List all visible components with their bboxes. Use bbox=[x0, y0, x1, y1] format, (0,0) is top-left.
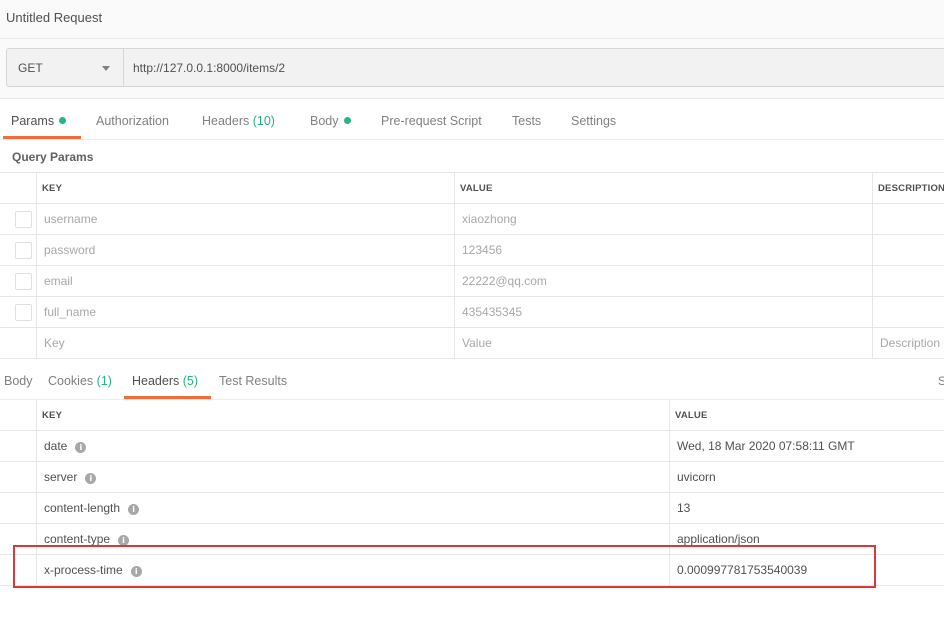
header-key: content-type i bbox=[44, 532, 130, 546]
tab-cookies[interactable]: Cookies (1) bbox=[48, 374, 112, 388]
tab-label: Pre-request Script bbox=[381, 114, 482, 128]
title-bar: Untitled Request bbox=[0, 0, 944, 39]
column-header-value: VALUE bbox=[460, 183, 493, 194]
url-bar: GET bbox=[0, 39, 944, 99]
tab-label: Headers bbox=[202, 114, 250, 128]
info-icon[interactable]: i bbox=[128, 504, 140, 515]
header-key-text: content-length bbox=[44, 501, 121, 515]
tab-label: Tests bbox=[512, 114, 542, 128]
tab-count: (10) bbox=[252, 114, 275, 128]
param-value[interactable]: 22222@qq.com bbox=[462, 274, 547, 288]
column-divider bbox=[36, 173, 37, 359]
tab-pre-request-script[interactable]: Pre-request Script bbox=[381, 114, 482, 128]
tab-label: Headers bbox=[132, 374, 180, 388]
request-tabs: Params Authorization Headers (10) Body P… bbox=[0, 105, 944, 140]
param-key[interactable]: full_name bbox=[44, 305, 96, 319]
row-checkbox[interactable] bbox=[15, 273, 32, 290]
header-key-text: server bbox=[44, 470, 78, 484]
info-icon[interactable]: i bbox=[75, 442, 87, 453]
tab-test-results[interactable]: Test Results bbox=[219, 374, 287, 388]
tab-headers[interactable]: Headers (10) bbox=[202, 114, 275, 128]
header-value: uvicorn bbox=[677, 470, 716, 484]
response-status-text: S bbox=[938, 374, 944, 388]
chevron-down-icon bbox=[102, 66, 110, 71]
header-key-text: content-type bbox=[44, 532, 111, 546]
status-dot-icon bbox=[343, 117, 351, 124]
method-select[interactable]: GET bbox=[6, 48, 123, 87]
header-value: Wed, 18 Mar 2020 07:58:11 GMT bbox=[677, 439, 855, 453]
table-row: content-length i 13 bbox=[0, 493, 944, 524]
tab-params[interactable]: Params bbox=[11, 114, 67, 128]
table-row: date i Wed, 18 Mar 2020 07:58:11 GMT bbox=[0, 431, 944, 462]
param-value[interactable]: 123456 bbox=[462, 243, 502, 257]
param-key[interactable]: password bbox=[44, 243, 95, 257]
column-divider bbox=[872, 173, 873, 359]
column-header-value: VALUE bbox=[675, 410, 708, 421]
param-value[interactable]: 435435345 bbox=[462, 305, 522, 319]
row-checkbox[interactable] bbox=[15, 242, 32, 259]
request-title[interactable]: Untitled Request bbox=[6, 10, 102, 25]
tab-label: Cookies bbox=[48, 374, 94, 388]
tab-body[interactable]: Body bbox=[310, 114, 351, 128]
tab-authorization[interactable]: Authorization bbox=[96, 114, 169, 128]
tab-label: Authorization bbox=[96, 114, 169, 128]
tab-response-body[interactable]: Body bbox=[4, 374, 33, 388]
header-key: date i bbox=[44, 439, 87, 453]
new-value-input[interactable]: Value bbox=[462, 336, 492, 350]
tab-label: Test Results bbox=[219, 374, 288, 388]
tab-count: (1) bbox=[96, 374, 112, 388]
column-header-key: KEY bbox=[42, 183, 63, 194]
tab-settings[interactable]: Settings bbox=[571, 114, 616, 128]
table-row: email 22222@qq.com bbox=[0, 266, 944, 297]
tab-count: (5) bbox=[182, 374, 199, 388]
highlight-annotation bbox=[13, 545, 876, 588]
table-header-row: KEY VALUE bbox=[0, 400, 944, 431]
tab-tests[interactable]: Tests bbox=[512, 114, 541, 128]
query-params-heading: Query Params bbox=[12, 150, 94, 164]
tab-label: Params bbox=[11, 114, 55, 128]
header-key-text: date bbox=[44, 439, 68, 453]
param-key[interactable]: email bbox=[44, 274, 73, 288]
active-tab-indicator bbox=[3, 136, 81, 139]
query-params-table: KEY VALUE DESCRIPTION username xiaozhong… bbox=[0, 172, 944, 359]
table-row: password 123456 bbox=[0, 235, 944, 266]
status-dot-icon bbox=[59, 117, 67, 124]
new-param-row: Key Value Description bbox=[0, 328, 944, 359]
method-value: GET bbox=[18, 61, 43, 75]
header-key: content-length i bbox=[44, 501, 140, 515]
param-value[interactable]: xiaozhong bbox=[462, 212, 517, 226]
tab-label: Settings bbox=[571, 114, 617, 128]
new-key-input[interactable]: Key bbox=[44, 336, 65, 350]
table-row: username xiaozhong bbox=[0, 204, 944, 235]
header-key: server i bbox=[44, 470, 97, 484]
column-divider bbox=[454, 173, 455, 359]
table-header-row: KEY VALUE DESCRIPTION bbox=[0, 173, 944, 204]
header-value: 13 bbox=[677, 501, 691, 515]
row-checkbox[interactable] bbox=[15, 211, 32, 228]
active-tab-indicator bbox=[124, 396, 211, 399]
column-header-description: DESCRIPTION bbox=[878, 183, 944, 194]
tab-response-headers[interactable]: Headers (5) bbox=[132, 374, 198, 388]
table-row: full_name 435435345 bbox=[0, 297, 944, 328]
response-tabs: Body Cookies (1) Headers (5) Test Result… bbox=[0, 365, 944, 400]
new-description-input[interactable]: Description bbox=[880, 336, 940, 350]
tab-label: Body bbox=[4, 374, 33, 388]
tab-label: Body bbox=[310, 114, 339, 128]
url-input[interactable] bbox=[123, 48, 944, 87]
header-value: application/json bbox=[677, 532, 760, 546]
table-row: server i uvicorn bbox=[0, 462, 944, 493]
param-key[interactable]: username bbox=[44, 212, 97, 226]
info-icon[interactable]: i bbox=[85, 473, 97, 484]
column-header-key: KEY bbox=[42, 410, 63, 421]
row-checkbox[interactable] bbox=[15, 304, 32, 321]
